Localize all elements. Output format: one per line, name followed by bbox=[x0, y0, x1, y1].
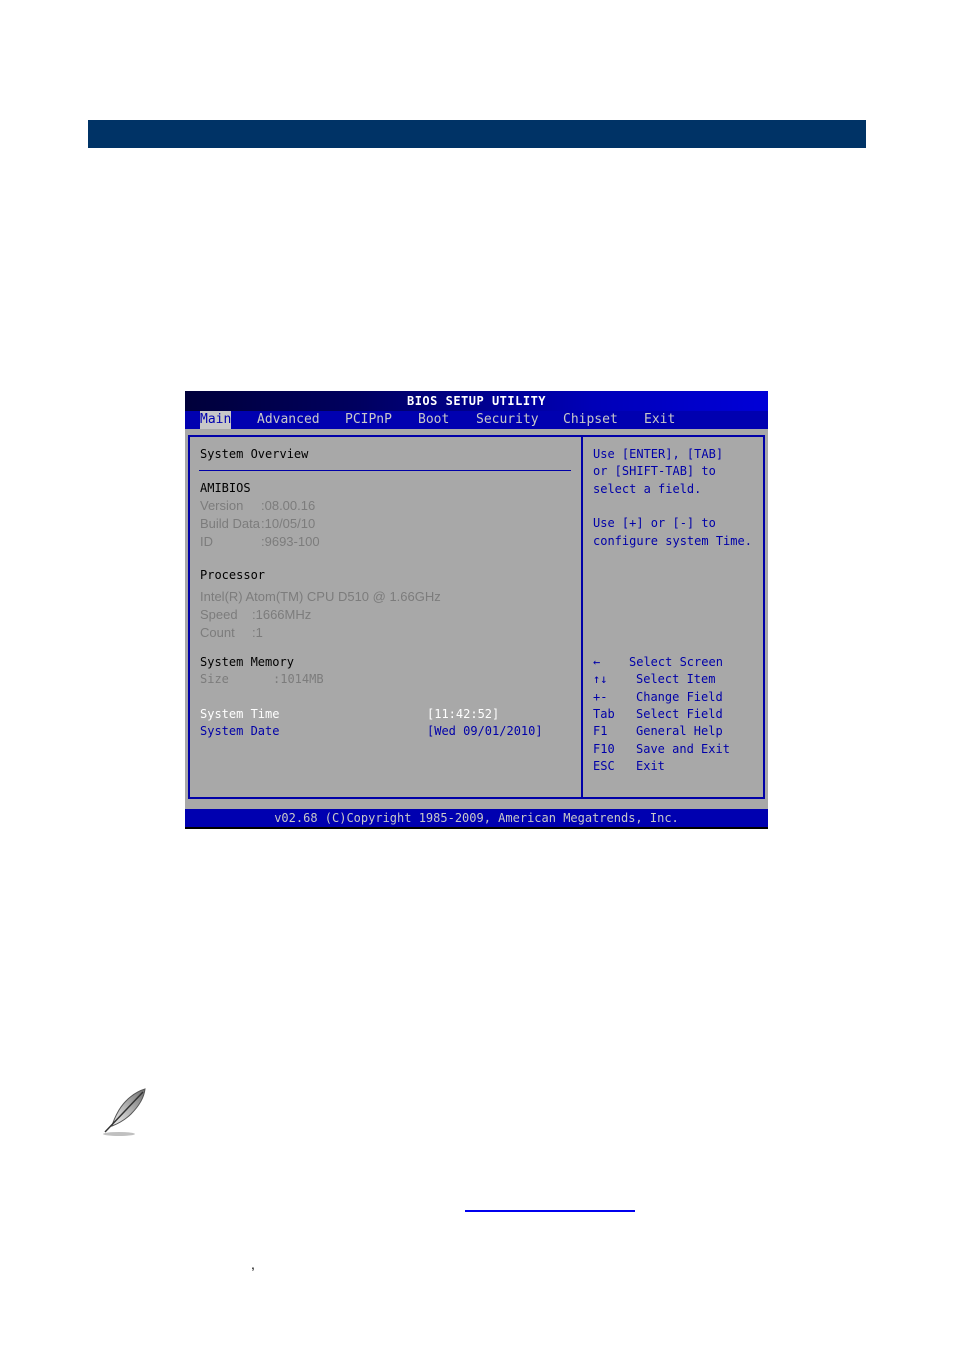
help-line: select a field. bbox=[593, 482, 702, 496]
speed-label: Speed bbox=[200, 607, 238, 622]
size-label: Size bbox=[200, 672, 229, 686]
id-label: ID bbox=[200, 534, 213, 549]
overview-divider bbox=[199, 470, 571, 471]
key-left-arrow: ← bbox=[593, 655, 601, 669]
id-value: :9693-100 bbox=[261, 534, 320, 549]
menu-tab-exit[interactable]: Exit bbox=[644, 411, 675, 429]
bios-copyright-footer: v02.68 (C)Copyright 1985-2009, American … bbox=[185, 809, 768, 827]
key-action: Select Field bbox=[636, 707, 723, 721]
menu-tab-boot[interactable]: Boot bbox=[418, 411, 449, 429]
menu-tab-pcipnp[interactable]: PCIPnP bbox=[345, 411, 392, 429]
key-plus-minus: +- bbox=[593, 690, 608, 704]
menu-tab-security[interactable]: Security bbox=[476, 411, 539, 429]
processor-heading: Processor bbox=[200, 568, 266, 582]
bios-title: BIOS SETUP UTILITY bbox=[185, 391, 768, 411]
processor-name: Intel(R) Atom(TM) CPU D510 @ 1.66GHz bbox=[200, 589, 441, 604]
amibios-heading: AMIBIOS bbox=[200, 481, 251, 495]
menu-tab-advanced[interactable]: Advanced bbox=[257, 411, 320, 429]
key-f10: F10 bbox=[593, 742, 615, 756]
count-value: :1 bbox=[252, 625, 263, 640]
bios-setup-screenshot: BIOS SETUP UTILITY Main Advanced PCIPnP … bbox=[185, 391, 768, 829]
system-date-value[interactable]: [Wed 09/01/2010] bbox=[427, 723, 543, 739]
system-date-label[interactable]: System Date bbox=[200, 723, 279, 739]
hyperlink-underline[interactable] bbox=[465, 1210, 635, 1212]
system-overview-heading: System Overview bbox=[200, 447, 309, 461]
menu-tab-chipset[interactable]: Chipset bbox=[563, 411, 618, 429]
footer-edge bbox=[185, 827, 768, 829]
version-value: :08.00.16 bbox=[261, 498, 316, 513]
note-feather-icon bbox=[103, 1088, 146, 1136]
build-data-value: :10/05/10 bbox=[261, 516, 316, 531]
version-label: Version bbox=[200, 498, 244, 513]
help-line: configure system Time. bbox=[593, 534, 752, 548]
key-action: Select Item bbox=[636, 672, 716, 686]
key-action: Change Field bbox=[636, 690, 723, 704]
key-f1: F1 bbox=[593, 724, 608, 738]
bios-menu-bar: Main Advanced PCIPnP Boot Security Chips… bbox=[185, 411, 768, 429]
help-line: Use [+] or [-] to bbox=[593, 516, 716, 530]
speed-value: :1666MHz bbox=[252, 607, 312, 622]
key-action: Select Screen bbox=[629, 655, 723, 669]
help-line: or [SHIFT-TAB] to bbox=[593, 464, 716, 478]
section-header-bar bbox=[88, 120, 866, 148]
menu-tab-main[interactable]: Main bbox=[200, 411, 232, 429]
system-memory-heading: System Memory bbox=[200, 655, 294, 669]
system-time-label[interactable]: System Time bbox=[200, 706, 279, 722]
key-tab: Tab bbox=[593, 707, 615, 721]
system-time-value[interactable]: [11:42:52] bbox=[427, 706, 499, 722]
help-line: Use [ENTER], [TAB] bbox=[593, 447, 724, 461]
key-action: General Help bbox=[636, 724, 723, 738]
count-label: Count bbox=[200, 625, 235, 640]
stray-comma: , bbox=[251, 1256, 255, 1272]
size-value: :1014MB bbox=[273, 672, 324, 686]
key-action: Exit bbox=[636, 759, 665, 773]
key-up-down: ↑↓ bbox=[593, 672, 608, 686]
key-action: Save and Exit bbox=[636, 742, 730, 756]
build-data-label: Build Data bbox=[200, 516, 260, 531]
key-esc: ESC bbox=[593, 759, 615, 773]
